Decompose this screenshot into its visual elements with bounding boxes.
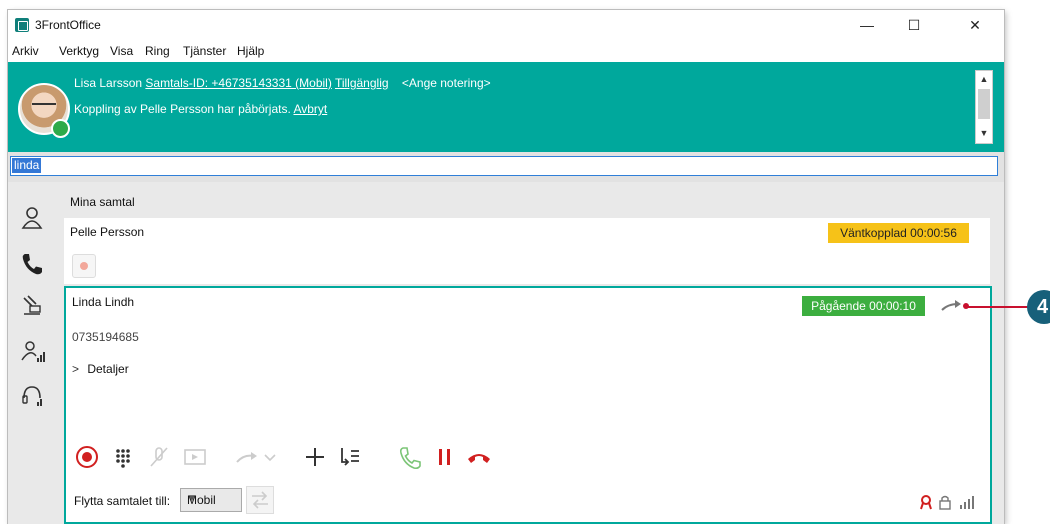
- recording-ribbon-icon: [920, 495, 932, 510]
- search-row: linda: [8, 152, 1004, 182]
- search-value: linda: [12, 158, 42, 173]
- callout-line: [966, 306, 1030, 308]
- record-button[interactable]: [72, 254, 96, 278]
- pause-icon[interactable]: [432, 444, 458, 470]
- presence-status-icon: [51, 119, 70, 138]
- user-info-line: Lisa Larsson Samtals-ID: +46735143331 (M…: [74, 76, 491, 90]
- answer-call-icon[interactable]: [396, 444, 422, 470]
- status-badge-active: Pågående 00:00:10: [802, 296, 925, 316]
- headset-icon[interactable]: [18, 382, 46, 410]
- add-call-icon[interactable]: [302, 444, 328, 470]
- cancel-transfer-link[interactable]: Avbryt: [293, 102, 327, 116]
- menu-tjanster[interactable]: Tjänster: [183, 44, 226, 58]
- app-logo-icon: [15, 18, 29, 32]
- phone-number[interactable]: 0735194685: [72, 330, 139, 344]
- menu-bar: Arkiv Verktyg Visa Ring Tjänster Hjälp: [8, 40, 1004, 62]
- callout-dot: [963, 303, 969, 309]
- status-badge-held: Väntkopplad 00:00:56: [828, 223, 969, 243]
- conference-list-icon[interactable]: [336, 444, 362, 470]
- hangup-icon[interactable]: [466, 444, 492, 470]
- caller-id-link[interactable]: Samtals-ID: +46735143331 (Mobil): [145, 76, 331, 90]
- keypad-icon[interactable]: [110, 444, 136, 470]
- lock-icon: [939, 495, 951, 510]
- availability-link[interactable]: Tillgänglig: [335, 76, 389, 90]
- caller-name: Pelle Persson: [70, 225, 145, 239]
- transfer-message: Koppling av Pelle Persson har påbörjats.: [74, 102, 291, 116]
- caller-name: Linda Lindh: [72, 295, 135, 309]
- note-field[interactable]: <Ange notering>: [402, 76, 491, 90]
- groups-icon[interactable]: [18, 338, 46, 366]
- signal-strength-icon: [960, 496, 974, 509]
- transfer-icon[interactable]: [234, 444, 260, 470]
- close-button[interactable]: ✕: [952, 10, 998, 40]
- details-label: Detaljer: [87, 362, 129, 376]
- callout-badge: 4: [1027, 290, 1050, 324]
- video-icon[interactable]: [182, 444, 208, 470]
- scroll-up-icon[interactable]: ▲: [976, 71, 992, 87]
- window-title: 3FrontOffice: [35, 18, 101, 32]
- move-call-button[interactable]: [246, 486, 274, 514]
- move-call-select[interactable]: Mobil ▼: [180, 488, 242, 512]
- minimize-button[interactable]: —: [844, 10, 890, 40]
- info-scrollbar[interactable]: ▲ ▼: [975, 70, 993, 144]
- sidebar: [8, 182, 56, 524]
- contacts-icon[interactable]: [18, 204, 46, 232]
- queue-icon[interactable]: [18, 292, 46, 320]
- menu-hjalp[interactable]: Hjälp: [237, 44, 264, 58]
- section-title: Mina samtal: [70, 195, 135, 209]
- maximize-button[interactable]: ☐: [891, 10, 937, 40]
- mute-icon[interactable]: [146, 444, 172, 470]
- call-card-held[interactable]: Pelle Persson Väntkopplad 00:00:56: [64, 218, 990, 284]
- scroll-thumb[interactable]: [978, 89, 990, 119]
- chevron-right-icon: >: [72, 362, 80, 376]
- move-call-label: Flytta samtalet till:: [74, 494, 171, 508]
- chevron-down-icon: ▼: [187, 493, 197, 504]
- menu-ring[interactable]: Ring: [145, 44, 170, 58]
- call-status-icons: [920, 495, 974, 510]
- user-info-bar: Lisa Larsson Samtals-ID: +46735143331 (M…: [8, 62, 1004, 152]
- call-card-active[interactable]: Linda Lindh Pågående 00:00:10 0735194685…: [64, 286, 992, 524]
- menu-visa[interactable]: Visa: [110, 44, 133, 58]
- transfer-message-line: Koppling av Pelle Persson har påbörjats.…: [74, 102, 327, 116]
- phone-icon[interactable]: [18, 250, 46, 278]
- chevron-down-icon[interactable]: [262, 444, 278, 470]
- menu-verktyg[interactable]: Verktyg: [59, 44, 99, 58]
- title-bar: 3FrontOffice — ☐ ✕: [8, 10, 1004, 40]
- record-icon[interactable]: [74, 444, 100, 470]
- user-name: Lisa Larsson: [74, 76, 143, 90]
- forward-arrow-icon[interactable]: [940, 298, 964, 314]
- app-window: 3FrontOffice — ☐ ✕ Arkiv Verktyg Visa Ri…: [8, 10, 1004, 524]
- scroll-down-icon[interactable]: ▼: [976, 125, 992, 141]
- main-content: Mina samtal Pelle Persson Väntkopplad 00…: [56, 182, 1004, 524]
- search-input[interactable]: linda: [10, 156, 998, 176]
- details-toggle[interactable]: > Detaljer: [72, 362, 129, 376]
- menu-arkiv[interactable]: Arkiv: [12, 44, 39, 58]
